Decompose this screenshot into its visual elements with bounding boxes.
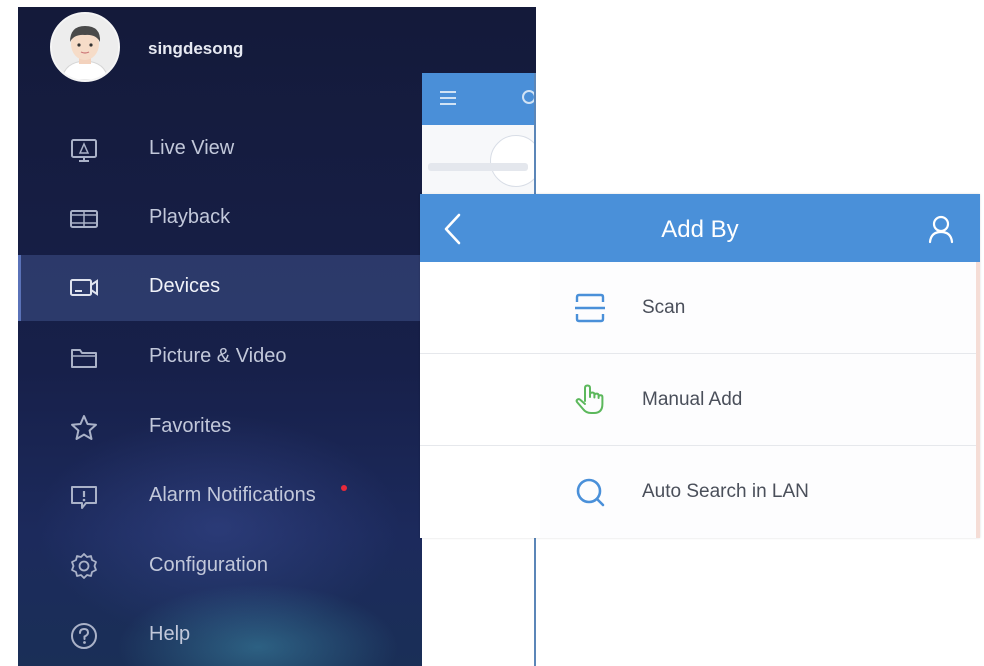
folder-icon (68, 342, 100, 374)
nav-label-help: Help (149, 623, 191, 645)
option-label-auto-search-lan: Auto Search in LAN (642, 481, 809, 502)
option-auto-search-lan[interactable]: Auto Search in LAN (420, 446, 980, 538)
toggle-icon (490, 135, 534, 187)
user-icon (928, 215, 954, 244)
background-app-toolbar (422, 73, 534, 125)
menu-icon (440, 91, 456, 105)
option-manual-add[interactable]: Manual Add (420, 354, 980, 446)
nav-label-configuration: Configuration (149, 554, 268, 576)
camera-icon (68, 272, 100, 304)
nav-label-alarm-notifications: Alarm Notifications (149, 484, 316, 506)
scan-frame-icon (572, 290, 608, 326)
nav-label-live-view: Live View (149, 137, 235, 159)
notification-badge-dot (341, 485, 347, 491)
option-label-scan: Scan (642, 297, 686, 318)
hand-pointer-icon (572, 382, 608, 418)
star-icon (68, 412, 100, 444)
username: singdesong (148, 39, 244, 58)
user-avatar-icon (52, 14, 118, 80)
film-strip-icon (68, 203, 100, 235)
page-title: Add By (661, 216, 739, 243)
add-by-toolbar: Add By (420, 194, 980, 262)
blurred-text (428, 163, 528, 171)
nav-label-favorites: Favorites (149, 415, 232, 437)
nav-label-devices: Devices (149, 275, 221, 297)
gear-icon (68, 551, 100, 583)
background-app-content (422, 125, 534, 193)
add-by-panel: Add By Scan Manual Add Auto Search in LA… (420, 194, 980, 538)
nav-label-playback: Playback (149, 206, 231, 228)
option-scan[interactable]: Scan (420, 262, 980, 354)
search-icon (522, 90, 534, 104)
user-button[interactable] (924, 212, 958, 246)
alert-message-icon (68, 481, 100, 513)
monitor-icon (68, 134, 100, 166)
avatar[interactable] (50, 12, 120, 82)
nav-label-picture-video: Picture & Video (149, 345, 287, 367)
help-circle-icon (68, 620, 100, 652)
search-lan-icon (572, 474, 608, 510)
option-label-manual-add: Manual Add (642, 389, 743, 410)
